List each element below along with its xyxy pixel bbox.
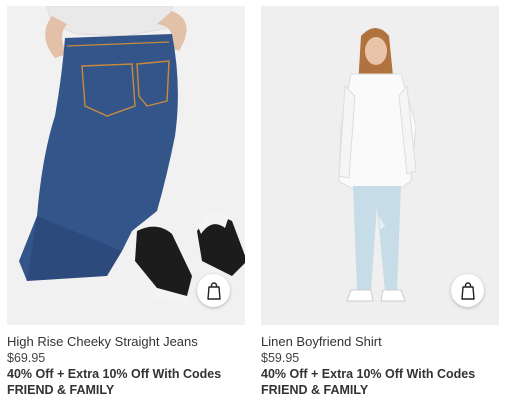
promo-text: 40% Off + Extra 10% Off With Codes [7, 367, 222, 381]
product-image-shirt[interactable] [261, 6, 499, 325]
shopping-bag-icon [206, 281, 221, 300]
promo-code: FRIEND & FAMILY [7, 383, 115, 397]
product-image-jeans[interactable] [7, 6, 245, 325]
product-info: Linen Boyfriend Shirt $59.95 40% Off + E… [261, 325, 499, 398]
promo-code: FRIEND & FAMILY [261, 383, 369, 397]
product-card[interactable]: Linen Boyfriend Shirt $59.95 40% Off + E… [261, 6, 499, 398]
add-to-bag-button[interactable] [197, 274, 230, 307]
product-price: $69.95 [7, 351, 46, 365]
product-price: $59.95 [261, 351, 300, 365]
product-info: High Rise Cheeky Straight Jeans $69.95 4… [7, 325, 245, 398]
add-to-bag-button[interactable] [451, 274, 484, 307]
promo-text: 40% Off + Extra 10% Off With Codes [261, 367, 476, 381]
product-card[interactable]: High Rise Cheeky Straight Jeans $69.95 4… [7, 6, 245, 398]
product-name[interactable]: High Rise Cheeky Straight Jeans [7, 333, 245, 350]
product-name[interactable]: Linen Boyfriend Shirt [261, 333, 499, 350]
product-grid: High Rise Cheeky Straight Jeans $69.95 4… [0, 0, 507, 411]
shopping-bag-icon [460, 281, 475, 300]
